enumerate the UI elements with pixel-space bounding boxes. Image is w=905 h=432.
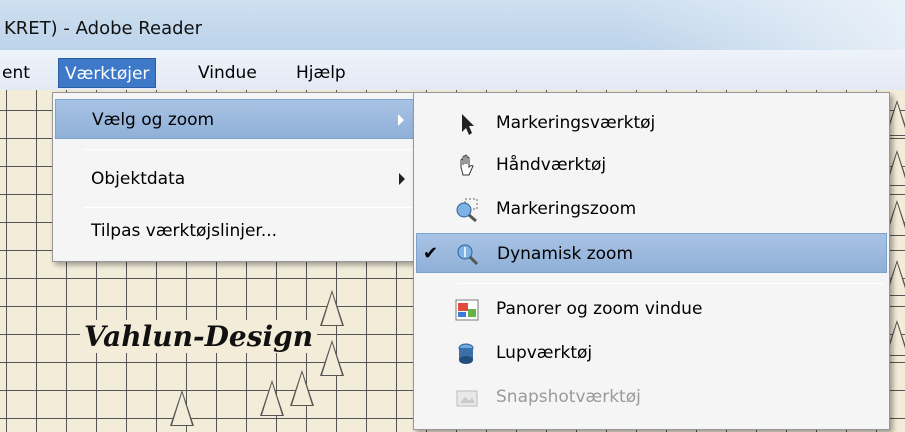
document-logo: Vahlun-Design (80, 320, 318, 353)
menu-item-select-tool[interactable]: Markeringsværktøj (416, 103, 887, 143)
menu-item-dynamic-zoom[interactable]: ✔ Dynamisk zoom (416, 233, 887, 273)
menu-item-label: Håndværktøj (496, 155, 607, 175)
chart-symbol (260, 380, 284, 416)
chart-symbol (320, 290, 344, 326)
dynamic-zoom-icon (457, 244, 479, 266)
hand-icon (460, 154, 474, 176)
menu-item-label: Dynamisk zoom (497, 244, 634, 264)
menu-item-label: Markeringsværktøj (496, 113, 656, 133)
menu-document[interactable]: ent (2, 58, 30, 88)
title-bar: KRET) - Adobe Reader (0, 0, 905, 50)
chart-symbol (290, 370, 314, 406)
chart-symbol (320, 340, 344, 376)
snapshot-icon (456, 390, 478, 407)
menu-item-label: Lupværktøj (496, 343, 593, 363)
title-bar-fade (625, 0, 905, 50)
submenu-arrow-icon (399, 173, 405, 185)
submenu-arrow-icon (398, 114, 404, 126)
menu-separator (458, 283, 885, 284)
menu-item-object-data[interactable]: Objektdata (55, 159, 419, 199)
loupe-icon (458, 343, 474, 364)
menu-separator (83, 149, 417, 150)
select-zoom-submenu: Markeringsværktøj Håndværktøj Markerings… (413, 92, 890, 430)
menu-item-hand-tool[interactable]: Håndværktøj (416, 145, 887, 185)
menu-bar: ent Værktøjer Vindue Hjælp (0, 50, 905, 90)
arrow-cursor-icon (462, 114, 474, 135)
menu-item-pan-zoom-window[interactable]: Panorer og zoom vindue (416, 289, 887, 329)
chart-symbol (170, 390, 194, 426)
menu-window[interactable]: Vindue (198, 58, 257, 88)
pan-zoom-window-icon (455, 299, 479, 321)
menu-item-label: Tilpas værktøjslinjer... (91, 221, 278, 241)
menu-item-loupe-tool[interactable]: Lupværktøj (416, 333, 887, 373)
menu-help[interactable]: Hjælp (296, 58, 346, 88)
menu-item-label: Markeringszoom (496, 199, 637, 219)
checkmark-icon: ✔ (423, 243, 439, 264)
menu-tools[interactable]: Værktøjer (58, 58, 157, 88)
window-title: KRET) - Adobe Reader (4, 18, 202, 39)
menu-item-customize-toolbars[interactable]: Tilpas værktøjslinjer... (55, 211, 419, 251)
menu-item-label: Snapshotværktøj (496, 387, 641, 407)
menu-item-marquee-zoom[interactable]: Markeringszoom (416, 189, 887, 229)
menu-item-select-zoom[interactable]: Vælg og zoom (55, 99, 419, 139)
menu-separator (83, 207, 417, 208)
tools-menu: Vælg og zoom Objektdata Tilpas værktøjsl… (52, 92, 422, 262)
menu-item-label: Objektdata (91, 169, 186, 189)
menu-item-label: Vælg og zoom (92, 110, 215, 130)
marquee-zoom-icon (456, 198, 478, 223)
menu-item-label: Panorer og zoom vindue (496, 299, 703, 319)
menu-item-snapshot-tool[interactable]: Snapshotværktøj (416, 377, 887, 417)
